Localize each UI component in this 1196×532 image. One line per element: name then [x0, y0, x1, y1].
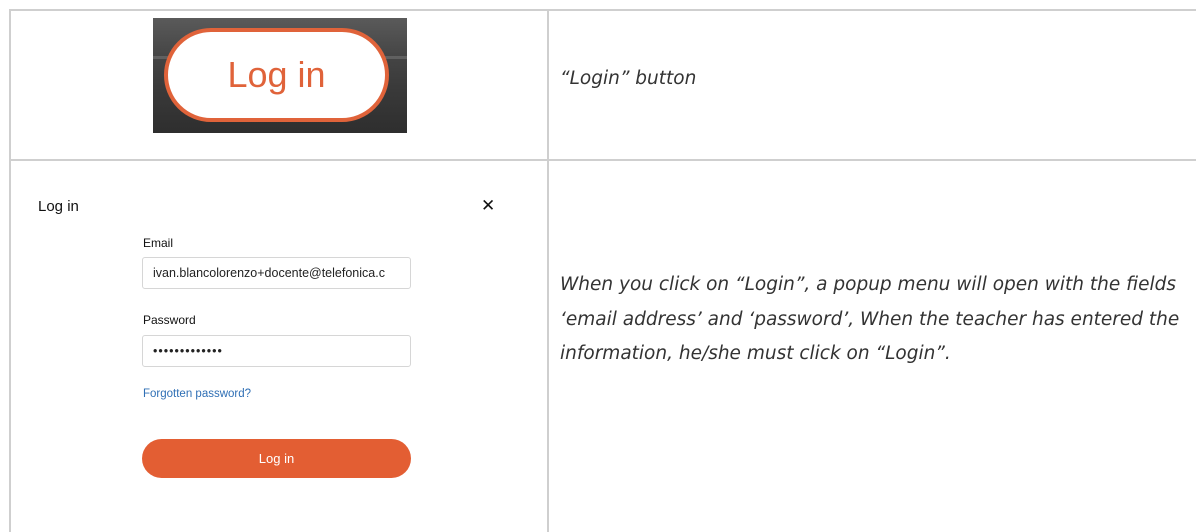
photo-login-pill: Log in	[164, 28, 389, 122]
password-field[interactable]	[142, 335, 411, 367]
login-button[interactable]: Log in	[142, 439, 411, 478]
login-modal: Log in ✕ Email Password Forgotten passwo…	[11, 162, 546, 532]
photo-login-label: Log in	[227, 54, 326, 95]
column-divider	[547, 9, 549, 532]
email-label: Email	[143, 236, 174, 250]
row-divider	[9, 159, 1196, 161]
caption-login-popup: When you click on “Login”, a popup menu …	[560, 274, 1180, 364]
forgot-password-link[interactable]: Forgotten password?	[143, 388, 251, 400]
modal-title: Log in	[38, 198, 79, 215]
close-icon[interactable]: ✕	[481, 198, 495, 215]
caption-login-button: “Login” button	[560, 68, 697, 89]
password-label: Password	[143, 313, 196, 327]
email-field[interactable]	[142, 257, 411, 289]
login-button-screenshot: Log in	[153, 18, 407, 133]
